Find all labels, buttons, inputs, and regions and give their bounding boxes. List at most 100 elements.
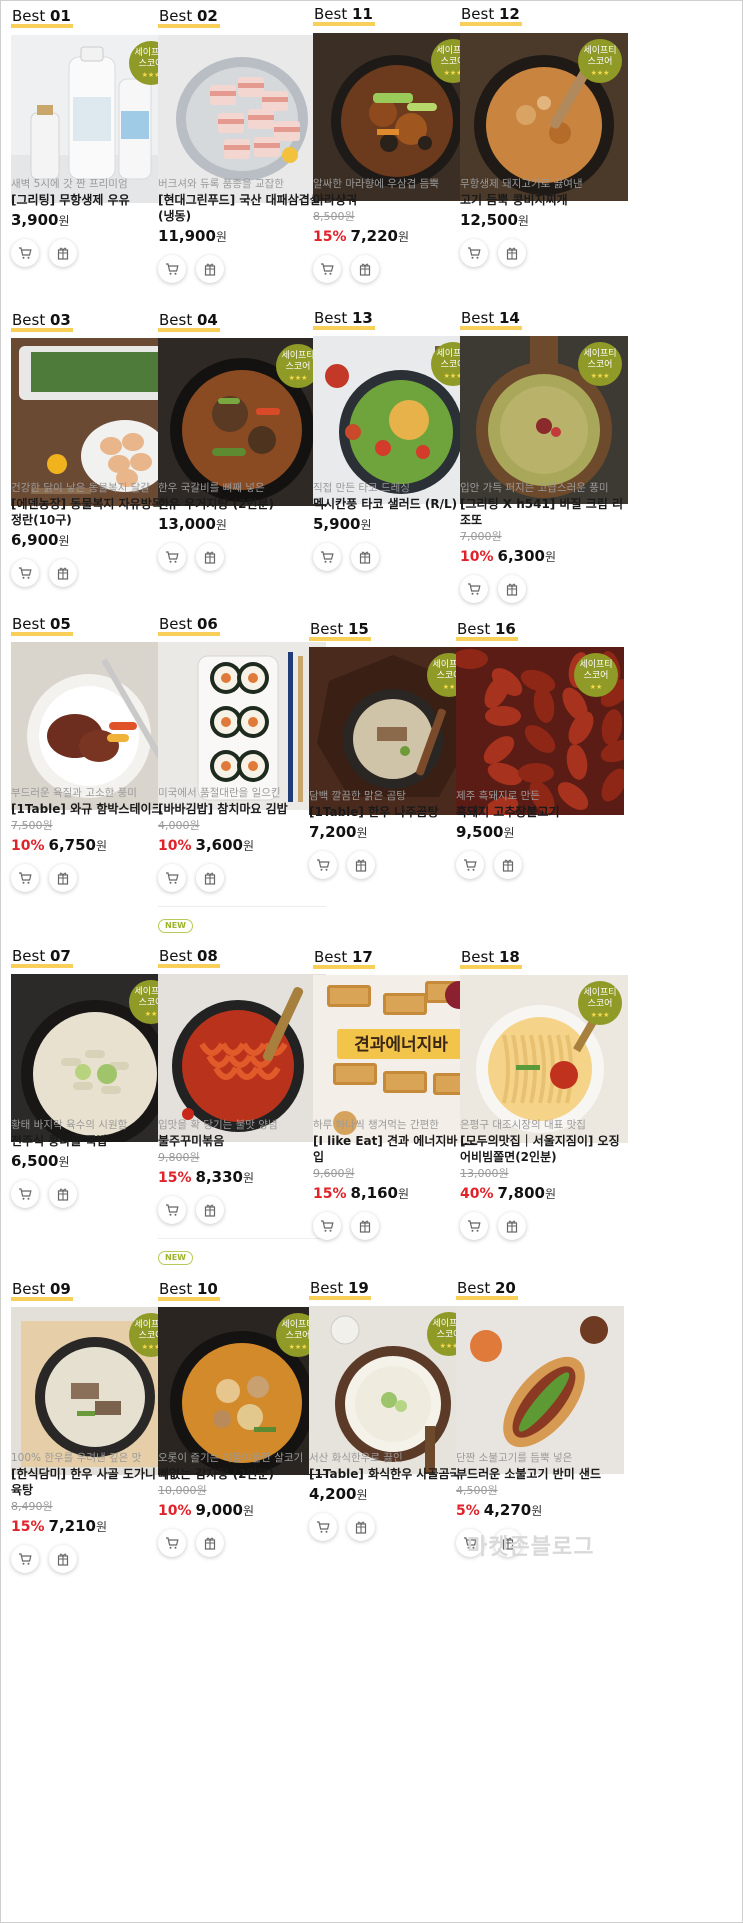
product-title[interactable]: [바바김밥] 참치마요 김밥	[158, 801, 326, 817]
add-to-cart-button[interactable]	[313, 543, 341, 571]
product-title[interactable]: [현대그린푸드] 국산 대패삼겹살 (냉동)	[158, 192, 326, 224]
rank-prefix: Best	[159, 7, 197, 25]
add-to-cart-button[interactable]	[11, 864, 39, 892]
product-subtitle: 단짠 소불고기를 듬뿍 넣은	[456, 1452, 573, 1464]
product-title[interactable]: 불주꾸미볶음	[158, 1133, 326, 1149]
rank-number: 09	[49, 1280, 71, 1298]
product-title[interactable]: 부드러운 소불고기 반미 샌드	[456, 1466, 624, 1482]
product-image[interactable]: 세이프티 스코어 ★★★	[313, 336, 481, 504]
price-line: 15% 7,210원	[11, 1516, 179, 1537]
product-title[interactable]: [1Table] 화식한우 사골곰국	[309, 1466, 477, 1482]
add-to-cart-button[interactable]	[460, 575, 488, 603]
product-image[interactable]: 세이프티 스코어 ★★	[11, 974, 179, 1142]
price-line: 5% 4,270원	[456, 1500, 624, 1521]
product-title[interactable]: [I like Eat] 견과 에너지바 12입	[313, 1133, 481, 1165]
gift-button[interactable]	[347, 1513, 375, 1541]
add-to-cart-button[interactable]	[158, 1196, 186, 1224]
product-title[interactable]: 고기 듬뿍 콩비지찌개	[460, 192, 628, 208]
add-to-cart-button[interactable]	[309, 1513, 337, 1541]
product-title[interactable]: [그리팅] 무항생제 우유	[11, 192, 179, 208]
star-rating: ★★★	[590, 1011, 610, 1019]
gift-button[interactable]	[49, 1180, 77, 1208]
product-subtitle: 부드러운 육질과 고소한 풍미	[11, 787, 137, 799]
gift-button[interactable]	[351, 543, 379, 571]
gift-button[interactable]	[196, 543, 224, 571]
add-to-cart-button[interactable]	[313, 255, 341, 283]
add-to-cart-button[interactable]	[158, 255, 186, 283]
gift-button[interactable]	[494, 851, 522, 879]
rank-number: 07	[49, 947, 71, 965]
add-to-cart-button[interactable]	[11, 1545, 39, 1573]
rank-label: Best 14	[460, 309, 522, 330]
sale-price: 6,900	[11, 531, 59, 549]
gift-button[interactable]	[196, 1196, 224, 1224]
product-title[interactable]: 멕시칸풍 타코 샐러드 (R/L)	[313, 496, 481, 512]
gift-button[interactable]	[498, 239, 526, 267]
rank-prefix: Best	[12, 7, 50, 25]
product-image[interactable]: 세이프티 스코어 ★★★	[313, 33, 481, 201]
price-line: 3,900원	[11, 210, 179, 231]
add-to-cart-button[interactable]	[158, 1529, 186, 1557]
product-image[interactable]: 세이프티 스코어 ★★★	[11, 1307, 179, 1475]
gift-button[interactable]	[49, 864, 77, 892]
product-image[interactable]: 세이프티 스코어 ★★★	[309, 1306, 477, 1474]
gift-button[interactable]	[498, 1212, 526, 1240]
discount-rate: 40%	[460, 1186, 494, 1202]
gift-button[interactable]	[49, 559, 77, 587]
add-to-cart-button[interactable]	[460, 1212, 488, 1240]
product-image[interactable]	[456, 1306, 624, 1474]
gift-button[interactable]	[196, 255, 224, 283]
product-image[interactable]	[158, 974, 326, 1142]
gift-button[interactable]	[196, 864, 224, 892]
product-subtitle: 알싸한 마라향에 우삼겹 듬뿍	[313, 178, 439, 190]
product-info: 직접 만든 타코 드레싱 멕시칸풍 타코 샐러드 (R/L) 5,900원	[313, 481, 481, 571]
product-title[interactable]: [한식담미] 한우 사골 도가니 수육탕	[11, 1466, 179, 1498]
add-to-cart-button[interactable]	[313, 1212, 341, 1240]
product-title[interactable]: [모두의맛집｜서울지짐이] 오징어비빔쫄면(2인분)	[460, 1133, 628, 1165]
rank-prefix: Best	[159, 1280, 197, 1298]
product-title[interactable]: [1Table] 한우 나주곰탕	[309, 804, 477, 820]
sale-price: 7,210	[48, 1517, 96, 1535]
product-subtitle: 오롯이 즐기는 야들야들한 살코기	[158, 1452, 304, 1464]
gift-button[interactable]	[196, 1529, 224, 1557]
sale-price: 6,750	[48, 836, 96, 854]
discount-rate: 5%	[456, 1503, 480, 1519]
add-to-cart-button[interactable]	[456, 851, 484, 879]
add-to-cart-button[interactable]	[11, 559, 39, 587]
product-title[interactable]: 전주식 콩나물 국밥	[11, 1133, 179, 1149]
product-image[interactable]	[11, 642, 179, 810]
add-to-cart-button[interactable]	[460, 239, 488, 267]
gift-button[interactable]	[347, 851, 375, 879]
product-image[interactable]: 세이프티 스코어 ★★★	[460, 336, 628, 504]
add-to-cart-button[interactable]	[158, 543, 186, 571]
original-price: 7,000원	[460, 530, 502, 543]
sale-price: 6,500	[11, 1152, 59, 1170]
product-image[interactable]: 세이프티 스코어 ★★★	[460, 33, 628, 201]
gift-button[interactable]	[49, 1545, 77, 1573]
product-subtitle: 무항생제 돼지고기로 끓여낸	[460, 178, 583, 190]
product-title[interactable]: 흑돼지 고추장불고기	[456, 804, 624, 820]
discount-rate: 15%	[313, 1186, 347, 1202]
rank-label: Best 08	[158, 947, 220, 968]
gift-button[interactable]	[49, 239, 77, 267]
product-title[interactable]: [에덴농장] 동물복지 자유방목 유정란(10구)	[11, 496, 179, 528]
product-title[interactable]: 한우 우거지탕 (2인분)	[158, 496, 326, 512]
gift-button[interactable]	[351, 255, 379, 283]
add-to-cart-button[interactable]	[309, 851, 337, 879]
add-to-cart-button[interactable]	[11, 239, 39, 267]
rank-number: 17	[351, 948, 373, 966]
product-title[interactable]: 뼈없는 감자탕 (2인분)	[158, 1466, 326, 1482]
product-title[interactable]: 마라샹궈	[313, 192, 481, 208]
rank-prefix: Best	[314, 948, 352, 966]
product-ranking-page: Best 01 세이프티 스코어 ★★★ 새벽 5시에 갓 짠 프리미엄 [그리팅] 무항…	[0, 0, 743, 1923]
product-title[interactable]: [그리팅 X h541] 바질 크림 리조또	[460, 496, 628, 528]
gift-button[interactable]	[351, 1212, 379, 1240]
product-title[interactable]: [1Table] 와규 함박스테이크	[11, 801, 179, 817]
gift-button[interactable]	[498, 575, 526, 603]
add-to-cart-button[interactable]	[11, 1180, 39, 1208]
product-image[interactable]: 세이프티 스코어 ★★★	[158, 1307, 326, 1475]
product-image[interactable]	[158, 642, 326, 810]
product-actions	[309, 1513, 477, 1541]
product-info: 황태 바지락 육수의 시원함 전주식 콩나물 국밥 6,500원	[11, 1118, 179, 1208]
add-to-cart-button[interactable]	[158, 864, 186, 892]
